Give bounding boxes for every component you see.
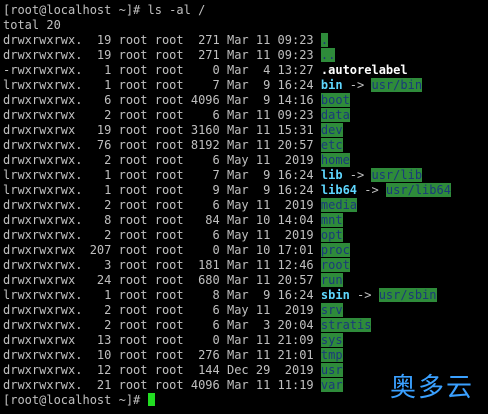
entry-name: opt bbox=[320, 228, 343, 242]
entry-name: stratis bbox=[320, 318, 372, 332]
entry-name: srv bbox=[320, 303, 343, 317]
entry-meta: drwxrwxrwx 24 root root 680 Mar 11 20:57 bbox=[3, 273, 321, 287]
command-line: [root@localhost ~]# ls -al / bbox=[3, 3, 205, 18]
entry-name: root bbox=[320, 258, 350, 272]
link-target: usr/lib bbox=[371, 168, 423, 182]
entry-meta: drwxrwxrwx. 8 root root 84 Mar 10 14:04 bbox=[3, 213, 321, 227]
total-text: total 20 bbox=[3, 18, 61, 32]
table-row: lrwxrwxrwx. 1 root root 7 Mar 9 16:24 li… bbox=[3, 168, 423, 183]
entry-name: mnt bbox=[320, 213, 343, 227]
table-row: lrwxrwxrwx. 1 root root 8 Mar 9 16:24 sb… bbox=[3, 288, 437, 303]
table-row: drwxrwxrwx. 2 root root 6 May 11 2019 op… bbox=[3, 228, 343, 243]
table-row: drwxrwxrwx. 6 root root 4096 Mar 9 14:16… bbox=[3, 93, 350, 108]
entry-name: bin bbox=[320, 78, 343, 92]
entry-meta: drwxrwxrwx. 2 root root 6 May 11 2019 bbox=[3, 303, 321, 317]
table-row: drwxrwxrwx. 2 root root 6 May 11 2019 me… bbox=[3, 198, 358, 213]
table-row: lrwxrwxrwx. 1 root root 9 Mar 9 16:24 li… bbox=[3, 183, 451, 198]
entry-meta: lrwxrwxrwx. 1 root root 8 Mar 9 16:24 bbox=[3, 288, 321, 302]
table-row: drwxrwxrwx. 21 root root 4096 Mar 11 11:… bbox=[3, 378, 343, 393]
entry-name: sys bbox=[320, 333, 343, 347]
table-row: lrwxrwxrwx. 1 root root 7 Mar 9 16:24 bi… bbox=[3, 78, 423, 93]
watermark-logo: 奥多云 bbox=[389, 373, 474, 403]
table-row: drwxrwxrwx. 2 root root 6 Mar 3 20:04 st… bbox=[3, 318, 372, 333]
table-row: drwxrwxrwx 13 root root 0 Mar 11 21:09 s… bbox=[3, 333, 343, 348]
current-prompt-line[interactable]: [root@localhost ~]# bbox=[3, 393, 155, 408]
entry-meta: drwxrwxrwx. 76 root root 8192 Mar 11 20:… bbox=[3, 138, 321, 152]
table-row: drwxrwxrwx 19 root root 3160 Mar 11 15:3… bbox=[3, 123, 343, 138]
table-row: drwxrwxrwx. 76 root root 8192 Mar 11 20:… bbox=[3, 138, 343, 153]
entry-meta: drwxrwxrwx. 2 root root 6 May 11 2019 bbox=[3, 228, 321, 242]
entry-meta: drwxrwxrwx. 3 root root 181 Mar 11 12:46 bbox=[3, 258, 321, 272]
entry-name: sbin bbox=[320, 288, 350, 302]
entry-meta: drwxrwxrwx 207 root root 0 Mar 10 17:01 bbox=[3, 243, 321, 257]
entry-name: lib64 bbox=[320, 183, 358, 197]
terminal-window[interactable]: [root@localhost ~]# ls -al / total 20 dr… bbox=[0, 0, 488, 414]
entry-name: data bbox=[320, 108, 350, 122]
table-row: drwxrwxrwx 2 root root 6 Mar 11 09:23 da… bbox=[3, 108, 350, 123]
prompt-text: [root@localhost ~]# bbox=[3, 393, 148, 407]
entry-meta: drwxrwxrwx. 2 root root 6 Mar 3 20:04 bbox=[3, 318, 321, 332]
table-row: drwxrwxrwx. 12 root root 144 Dec 29 2019… bbox=[3, 363, 343, 378]
entry-meta: drwxrwxrwx. 19 root root 271 Mar 11 09:2… bbox=[3, 33, 321, 47]
entry-meta: drwxrwxrwx. 2 root root 6 May 11 2019 bbox=[3, 153, 321, 167]
entry-name: . bbox=[320, 33, 329, 47]
entry-name: etc bbox=[320, 138, 343, 152]
table-row: drwxrwxrwx. 2 root root 6 May 11 2019 ho… bbox=[3, 153, 350, 168]
entry-name: .. bbox=[320, 48, 336, 62]
entry-name: proc bbox=[320, 243, 350, 257]
entry-meta: drwxrwxrwx 2 root root 6 Mar 11 09:23 bbox=[3, 108, 321, 122]
entry-name: dev bbox=[320, 123, 343, 137]
entry-name: run bbox=[320, 273, 343, 287]
entry-meta: drwxrwxrwx 13 root root 0 Mar 11 21:09 bbox=[3, 333, 321, 347]
table-row: drwxrwxrwx. 19 root root 271 Mar 11 09:2… bbox=[3, 33, 329, 48]
entry-name: usr bbox=[320, 363, 343, 377]
table-row: drwxrwxrwx. 10 root root 276 Mar 11 21:0… bbox=[3, 348, 343, 363]
entry-meta: drwxrwxrwx. 12 root root 144 Dec 29 2019 bbox=[3, 363, 321, 377]
text-cursor bbox=[147, 393, 155, 406]
entry-name: .autorelabel bbox=[320, 63, 408, 77]
link-arrow: -> bbox=[342, 168, 372, 182]
entry-name: tmp bbox=[320, 348, 343, 362]
total-line: total 20 bbox=[3, 18, 61, 33]
entry-meta: drwxrwxrwx. 6 root root 4096 Mar 9 14:16 bbox=[3, 93, 321, 107]
link-target: usr/sbin bbox=[378, 288, 437, 302]
entry-meta: lrwxrwxrwx. 1 root root 7 Mar 9 16:24 bbox=[3, 78, 321, 92]
entry-name: var bbox=[320, 378, 343, 392]
entry-name: home bbox=[320, 153, 350, 167]
table-row: drwxrwxrwx. 19 root root 271 Mar 11 09:2… bbox=[3, 48, 336, 63]
link-arrow: -> bbox=[349, 288, 379, 302]
table-row: drwxrwxrwx. 8 root root 84 Mar 10 14:04 … bbox=[3, 213, 343, 228]
table-row: drwxrwxrwx 207 root root 0 Mar 10 17:01 … bbox=[3, 243, 350, 258]
entry-meta: lrwxrwxrwx. 1 root root 9 Mar 9 16:24 bbox=[3, 183, 321, 197]
entry-meta: drwxrwxrwx. 21 root root 4096 Mar 11 11:… bbox=[3, 378, 321, 392]
link-arrow: -> bbox=[342, 78, 372, 92]
link-target: usr/bin bbox=[371, 78, 423, 92]
entry-meta: drwxrwxrwx. 10 root root 276 Mar 11 21:0… bbox=[3, 348, 321, 362]
entry-meta: drwxrwxrwx. 19 root root 271 Mar 11 09:2… bbox=[3, 48, 321, 62]
entry-meta: drwxrwxrwx 19 root root 3160 Mar 11 15:3… bbox=[3, 123, 321, 137]
entry-meta: -rwxrwxrwx. 1 root root 0 Mar 4 13:27 bbox=[3, 63, 321, 77]
entry-name: lib bbox=[320, 168, 343, 182]
entry-meta: drwxrwxrwx. 2 root root 6 May 11 2019 bbox=[3, 198, 321, 212]
entry-meta: lrwxrwxrwx. 1 root root 7 Mar 9 16:24 bbox=[3, 168, 321, 182]
table-row: drwxrwxrwx 24 root root 680 Mar 11 20:57… bbox=[3, 273, 343, 288]
table-row: -rwxrwxrwx. 1 root root 0 Mar 4 13:27 .a… bbox=[3, 63, 408, 78]
link-arrow: -> bbox=[357, 183, 386, 197]
link-target: usr/lib64 bbox=[385, 183, 451, 197]
table-row: drwxrwxrwx. 2 root root 6 May 11 2019 sr… bbox=[3, 303, 343, 318]
entry-name: media bbox=[320, 198, 358, 212]
entry-name: boot bbox=[320, 93, 350, 107]
prompt-command: [root@localhost ~]# ls -al / bbox=[3, 3, 206, 17]
table-row: drwxrwxrwx. 3 root root 181 Mar 11 12:46… bbox=[3, 258, 350, 273]
